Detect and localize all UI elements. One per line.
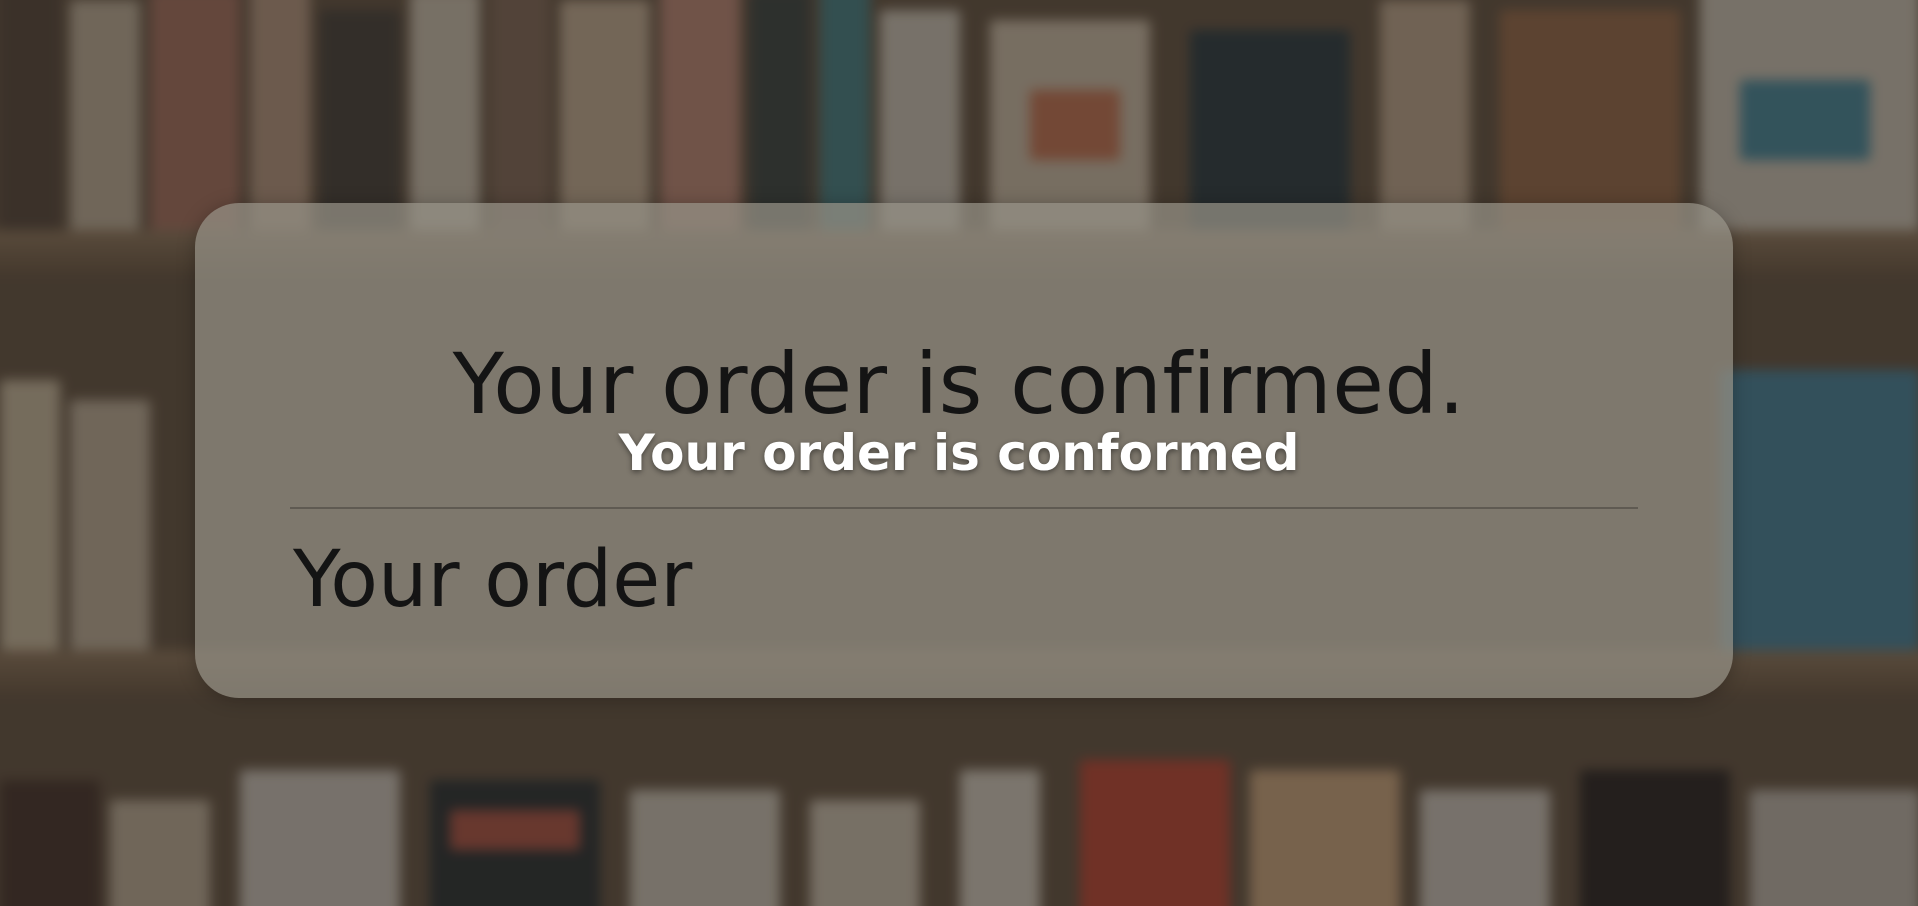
notification-title: Your order is confirmed.: [452, 335, 1466, 433]
notification-divider: [290, 507, 1638, 509]
notification-subtitle: Your order: [293, 535, 693, 625]
screen: Your order is confirmed. Your order Your…: [0, 0, 1918, 906]
caption-text: Your order is conformed: [618, 424, 1300, 482]
